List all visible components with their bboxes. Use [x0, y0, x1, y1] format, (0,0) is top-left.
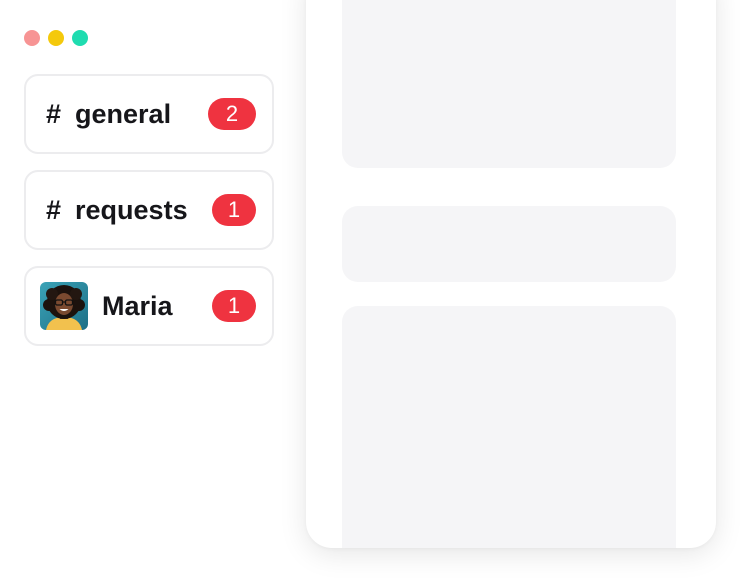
avatar-portrait-icon	[40, 282, 88, 330]
channel-list: # general 2 # requests 1 Maria 1	[24, 74, 274, 362]
close-window-button[interactable]	[24, 30, 40, 46]
unread-badge: 1	[212, 194, 256, 226]
user-avatar	[40, 282, 88, 330]
skeleton-block	[342, 0, 676, 168]
channel-name: general	[75, 98, 172, 129]
skeleton-block	[342, 306, 676, 548]
unread-badge: 1	[212, 290, 256, 322]
dm-item-maria[interactable]: Maria 1	[24, 266, 274, 346]
unread-badge: 2	[208, 98, 256, 130]
minimize-window-button[interactable]	[48, 30, 64, 46]
skeleton-block	[342, 206, 676, 282]
maximize-window-button[interactable]	[72, 30, 88, 46]
dm-name: Maria	[102, 290, 173, 321]
channel-item-requests[interactable]: # requests 1	[24, 170, 274, 250]
hash-icon: #	[46, 98, 62, 129]
hash-icon: #	[46, 194, 62, 225]
content-panel	[306, 0, 716, 548]
app-stage: # general 2 # requests 1 Maria 1	[0, 0, 740, 580]
window-controls	[24, 30, 88, 46]
channel-name: requests	[75, 194, 188, 225]
channel-item-general[interactable]: # general 2	[24, 74, 274, 154]
